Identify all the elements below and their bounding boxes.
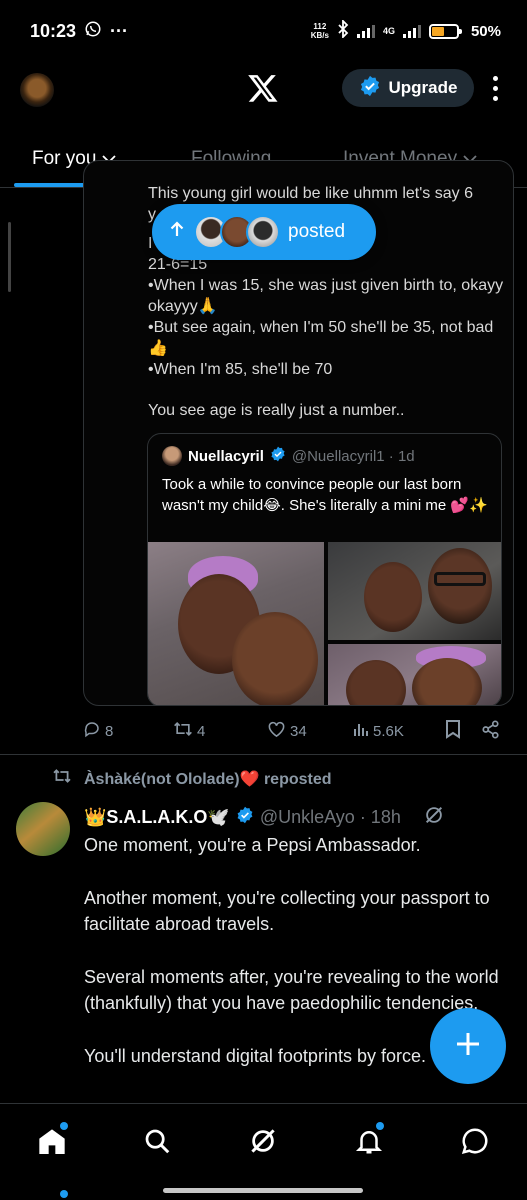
signal-2-icon <box>402 24 421 38</box>
nav-notifications[interactable] <box>354 1122 384 1161</box>
nested-quote-header: Nuellacyril @Nuellacyril1 · 1d <box>162 446 415 466</box>
net-speed: 112 KB/s <box>310 22 329 40</box>
nested-quote-name: Nuellacyril <box>188 447 264 465</box>
bluetooth-icon <box>337 18 349 42</box>
more-options-icon[interactable] <box>493 76 498 101</box>
new-posts-pill[interactable]: posted <box>152 204 376 260</box>
compose-button[interactable] <box>430 1008 506 1084</box>
network-type: 4G <box>382 26 395 36</box>
home-indicator[interactable] <box>163 1188 363 1193</box>
divider <box>0 754 527 755</box>
plus-icon <box>455 1031 481 1062</box>
whatsapp-icon <box>84 20 102 43</box>
nav-messages[interactable] <box>460 1126 490 1161</box>
battery-icon <box>428 23 462 39</box>
bottom-nav <box>0 1103 527 1200</box>
verified-icon <box>359 75 381 102</box>
battery-percent: 50% <box>470 22 501 40</box>
author-name[interactable]: 👑S.A.L.A.K.O🕊️ <box>84 807 230 828</box>
pill-avatars <box>194 215 280 249</box>
notification-dot <box>60 1122 68 1130</box>
verified-icon <box>270 446 286 466</box>
like-icon <box>267 720 286 742</box>
posted-label: posted <box>288 221 346 242</box>
repost-context[interactable]: Àshàké(not Ololade)❤️ reposted <box>52 768 332 789</box>
views-button[interactable]: 5.6K <box>353 721 404 741</box>
post-actions: 8 4 34 5.6K <box>83 716 513 746</box>
nested-quote-handle: @Nuellacyril1 · 1d <box>291 447 415 465</box>
verified-icon <box>236 806 254 829</box>
avatar[interactable] <box>16 802 70 856</box>
share-icon <box>481 719 500 743</box>
quoted-post-text: This young girl would be like uhmm let's… <box>148 185 504 419</box>
post-photo[interactable] <box>328 542 501 640</box>
grok-icon[interactable] <box>423 804 445 831</box>
repost-by-label: Àshàké(not Ololade)❤️ reposted <box>84 770 332 788</box>
scrollbar[interactable] <box>8 222 11 292</box>
like-button[interactable]: 34 <box>267 720 307 742</box>
nested-quote-text: Took a while to convince people our last… <box>162 476 488 514</box>
avatar <box>246 215 280 249</box>
upgrade-button[interactable]: Upgrade <box>342 69 474 107</box>
nav-home[interactable] <box>36 1122 68 1163</box>
nested-quote[interactable]: Nuellacyril @Nuellacyril1 · 1d Took a wh… <box>147 433 502 705</box>
search-icon <box>142 1129 172 1160</box>
repost-icon <box>52 768 72 789</box>
home-icon <box>36 1129 68 1162</box>
x-logo-icon[interactable] <box>246 72 280 109</box>
views-icon <box>353 721 369 741</box>
status-time: 10:23 <box>30 20 77 41</box>
share-button[interactable] <box>481 719 500 743</box>
repost-icon <box>173 720 193 742</box>
messages-icon <box>460 1128 490 1160</box>
repost-button[interactable]: 4 <box>173 720 205 742</box>
grok-icon <box>248 1129 278 1160</box>
post-header: 👑S.A.L.A.K.O🕊️ @UnkleAyo · 18h <box>84 804 445 831</box>
nav-search[interactable] <box>142 1126 172 1161</box>
home-dot <box>60 1190 68 1198</box>
status-bar: 10:23 ··· 112 KB/s 4G 50% <box>0 0 527 62</box>
upgrade-label: Upgrade <box>388 78 458 97</box>
status-more: ··· <box>110 20 129 41</box>
bookmark-button[interactable] <box>445 719 461 743</box>
profile-avatar[interactable] <box>20 73 54 107</box>
arrow-up-icon <box>170 221 184 243</box>
reply-button[interactable]: 8 <box>83 720 113 742</box>
nav-grok[interactable] <box>248 1126 278 1161</box>
bookmark-icon <box>445 719 461 743</box>
author-handle: @UnkleAyo · 18h <box>259 807 401 827</box>
post-photo[interactable] <box>328 644 501 705</box>
avatar <box>162 446 182 466</box>
notifications-icon <box>354 1131 384 1160</box>
notification-dot <box>376 1122 384 1130</box>
signal-icon <box>356 24 375 38</box>
reply-icon <box>83 720 101 742</box>
top-bar: Upgrade <box>0 62 527 118</box>
post-photo[interactable] <box>148 542 324 705</box>
